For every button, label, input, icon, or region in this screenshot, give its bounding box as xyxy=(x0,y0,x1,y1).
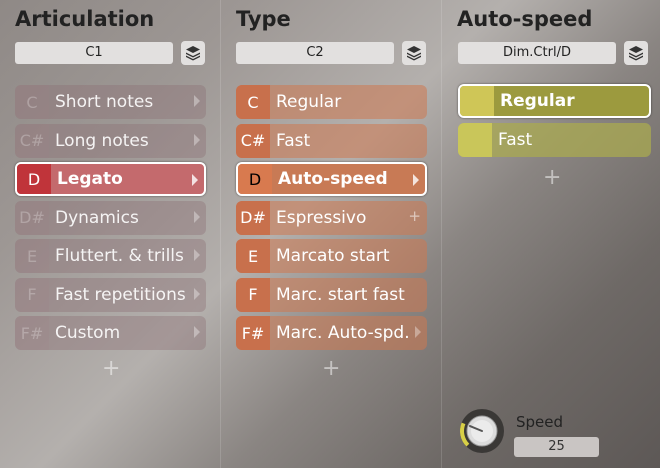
chevron-right-icon xyxy=(194,133,200,146)
key-label: F# xyxy=(15,316,49,350)
key-label xyxy=(458,122,492,157)
item-label: Short notes xyxy=(55,92,154,112)
articulation-item-custom[interactable]: F# Custom xyxy=(15,316,206,350)
knob-icon[interactable] xyxy=(458,407,506,455)
type-selector[interactable]: C2 xyxy=(236,42,394,64)
add-type-button[interactable]: + xyxy=(322,356,340,381)
articulation-item-dynamics[interactable]: D# Dynamics xyxy=(15,200,206,235)
articulation-item-short-notes[interactable]: C Short notes xyxy=(15,85,206,119)
item-label: Dynamics xyxy=(55,207,139,228)
auto-speed-item-fast[interactable]: Fast xyxy=(458,122,651,157)
key-label: C xyxy=(15,85,49,119)
auto-speed-selector[interactable]: Dim.Ctrl/D xyxy=(458,42,616,64)
type-list: C Regular C# Fast D Auto-speed D# Espres… xyxy=(236,85,427,355)
speed-label: Speed xyxy=(516,413,564,431)
chevron-right-icon xyxy=(194,95,200,107)
chevron-right-icon xyxy=(194,249,200,261)
articulation-item-long-notes[interactable]: C# Long notes xyxy=(15,123,206,158)
key-label: D# xyxy=(15,200,49,235)
articulation-item-flutter-trills[interactable]: E Fluttert. & trills xyxy=(15,239,206,273)
auto-speed-item-regular[interactable]: Regular xyxy=(458,84,651,118)
key-label: D# xyxy=(236,200,270,235)
type-item-auto-speed[interactable]: D Auto-speed xyxy=(236,162,427,196)
item-label: Auto-speed xyxy=(278,169,388,189)
key-label: F xyxy=(236,277,270,312)
key-label: C# xyxy=(15,123,49,158)
chevron-right-icon xyxy=(194,326,200,338)
item-label: Espressivo xyxy=(276,207,367,228)
type-panel: Type C2 C Regular C# Fast D Auto-speed D… xyxy=(220,0,441,468)
key-label: C# xyxy=(236,123,270,158)
speed-value[interactable]: 25 xyxy=(514,437,599,457)
type-item-espressivo[interactable]: D# Espressivo + xyxy=(236,200,427,235)
item-label: Regular xyxy=(500,91,575,111)
item-label: Fast xyxy=(498,129,533,150)
auto-speed-panel: Auto-speed Dim.Ctrl/D Regular Fast + xyxy=(441,0,660,468)
item-label: Marc. start fast xyxy=(276,284,405,305)
chevron-right-icon xyxy=(415,326,421,338)
type-item-fast[interactable]: C# Fast xyxy=(236,123,427,158)
chevron-right-icon xyxy=(192,174,198,186)
key-label: D xyxy=(238,164,272,194)
type-item-marc-start-fast[interactable]: F Marc. start fast xyxy=(236,277,427,312)
key-label: C xyxy=(236,85,270,119)
auto-speed-list: Regular Fast xyxy=(458,84,651,161)
key-label: F xyxy=(15,277,49,312)
plus-icon[interactable]: + xyxy=(408,207,421,225)
key-label xyxy=(460,86,494,116)
add-articulation-button[interactable]: + xyxy=(102,356,120,381)
type-title: Type xyxy=(236,7,291,31)
key-label: F# xyxy=(236,316,270,350)
type-item-marc-auto-spd[interactable]: F# Marc. Auto-spd. xyxy=(236,316,427,350)
layers-icon[interactable] xyxy=(402,41,426,65)
item-label: Fast repetitions xyxy=(55,284,186,305)
item-label: Fluttert. & trills xyxy=(55,246,184,266)
key-label: E xyxy=(236,239,270,273)
item-label: Legato xyxy=(57,169,123,189)
item-label: Custom xyxy=(55,323,121,343)
type-item-regular[interactable]: C Regular xyxy=(236,85,427,119)
key-label: E xyxy=(15,239,49,273)
item-label: Marcato start xyxy=(276,246,390,266)
layers-icon[interactable] xyxy=(181,41,205,65)
articulation-list: C Short notes C# Long notes D Legato D# … xyxy=(15,85,206,355)
item-label: Long notes xyxy=(55,130,149,151)
item-label: Marc. Auto-spd. xyxy=(276,323,410,343)
chevron-right-icon xyxy=(194,287,200,300)
articulation-panel: Articulation C1 C Short notes C# Long no… xyxy=(0,0,220,468)
articulation-selector[interactable]: C1 xyxy=(15,42,173,64)
add-auto-speed-button[interactable]: + xyxy=(543,165,561,190)
type-item-marcato-start[interactable]: E Marcato start xyxy=(236,239,427,273)
key-label: D xyxy=(17,164,51,194)
auto-speed-title: Auto-speed xyxy=(457,7,593,31)
articulation-item-legato[interactable]: D Legato xyxy=(15,162,206,196)
item-label: Fast xyxy=(276,130,311,151)
chevron-right-icon xyxy=(413,174,419,186)
layers-icon[interactable] xyxy=(624,41,648,65)
articulation-title: Articulation xyxy=(15,7,155,31)
articulation-item-fast-repetitions[interactable]: F Fast repetitions xyxy=(15,277,206,312)
item-label: Regular xyxy=(276,92,342,112)
chevron-right-icon xyxy=(194,210,200,223)
